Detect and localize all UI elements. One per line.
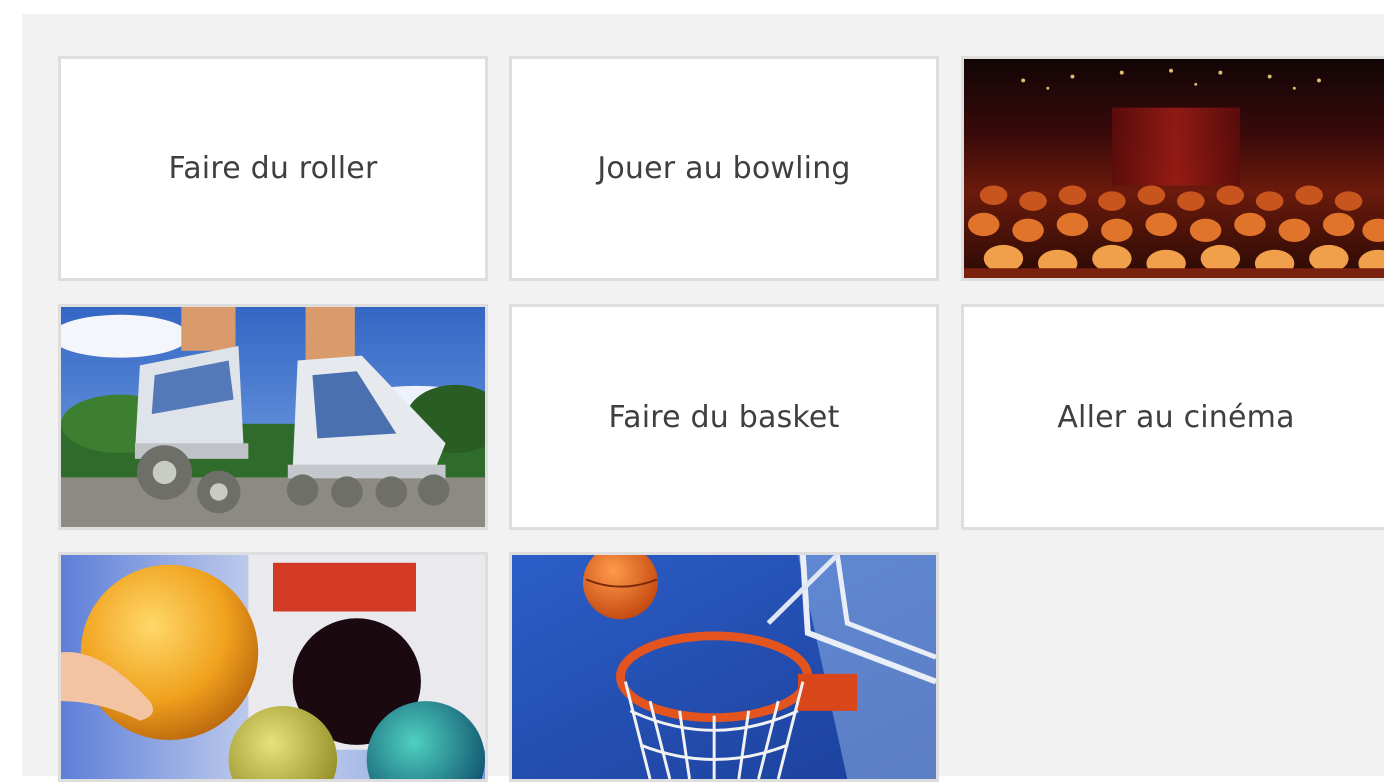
card-label: Faire du basket — [608, 399, 840, 435]
card-jouer-au-bowling[interactable]: Jouer au bowling — [509, 56, 939, 281]
card-label: Faire du roller — [168, 151, 378, 186]
basketball-hoop-photo — [512, 555, 936, 779]
card-basket-image[interactable] — [509, 552, 939, 782]
card-label: Aller au cinéma — [1057, 399, 1295, 435]
card-faire-du-roller[interactable]: Faire du roller — [58, 56, 488, 281]
card-aller-au-cinema[interactable]: Aller au cinéma — [961, 304, 1384, 530]
card-label: Jouer au bowling — [597, 151, 851, 186]
card-cinema-image[interactable] — [961, 56, 1384, 281]
bowling-balls-photo — [61, 555, 485, 779]
rollerblades-photo — [61, 307, 485, 527]
card-bowling-image[interactable] — [58, 552, 488, 782]
cinema-audience-photo — [964, 59, 1384, 278]
card-roller-image[interactable] — [58, 304, 488, 530]
card-faire-du-basket[interactable]: Faire du basket — [509, 304, 939, 530]
